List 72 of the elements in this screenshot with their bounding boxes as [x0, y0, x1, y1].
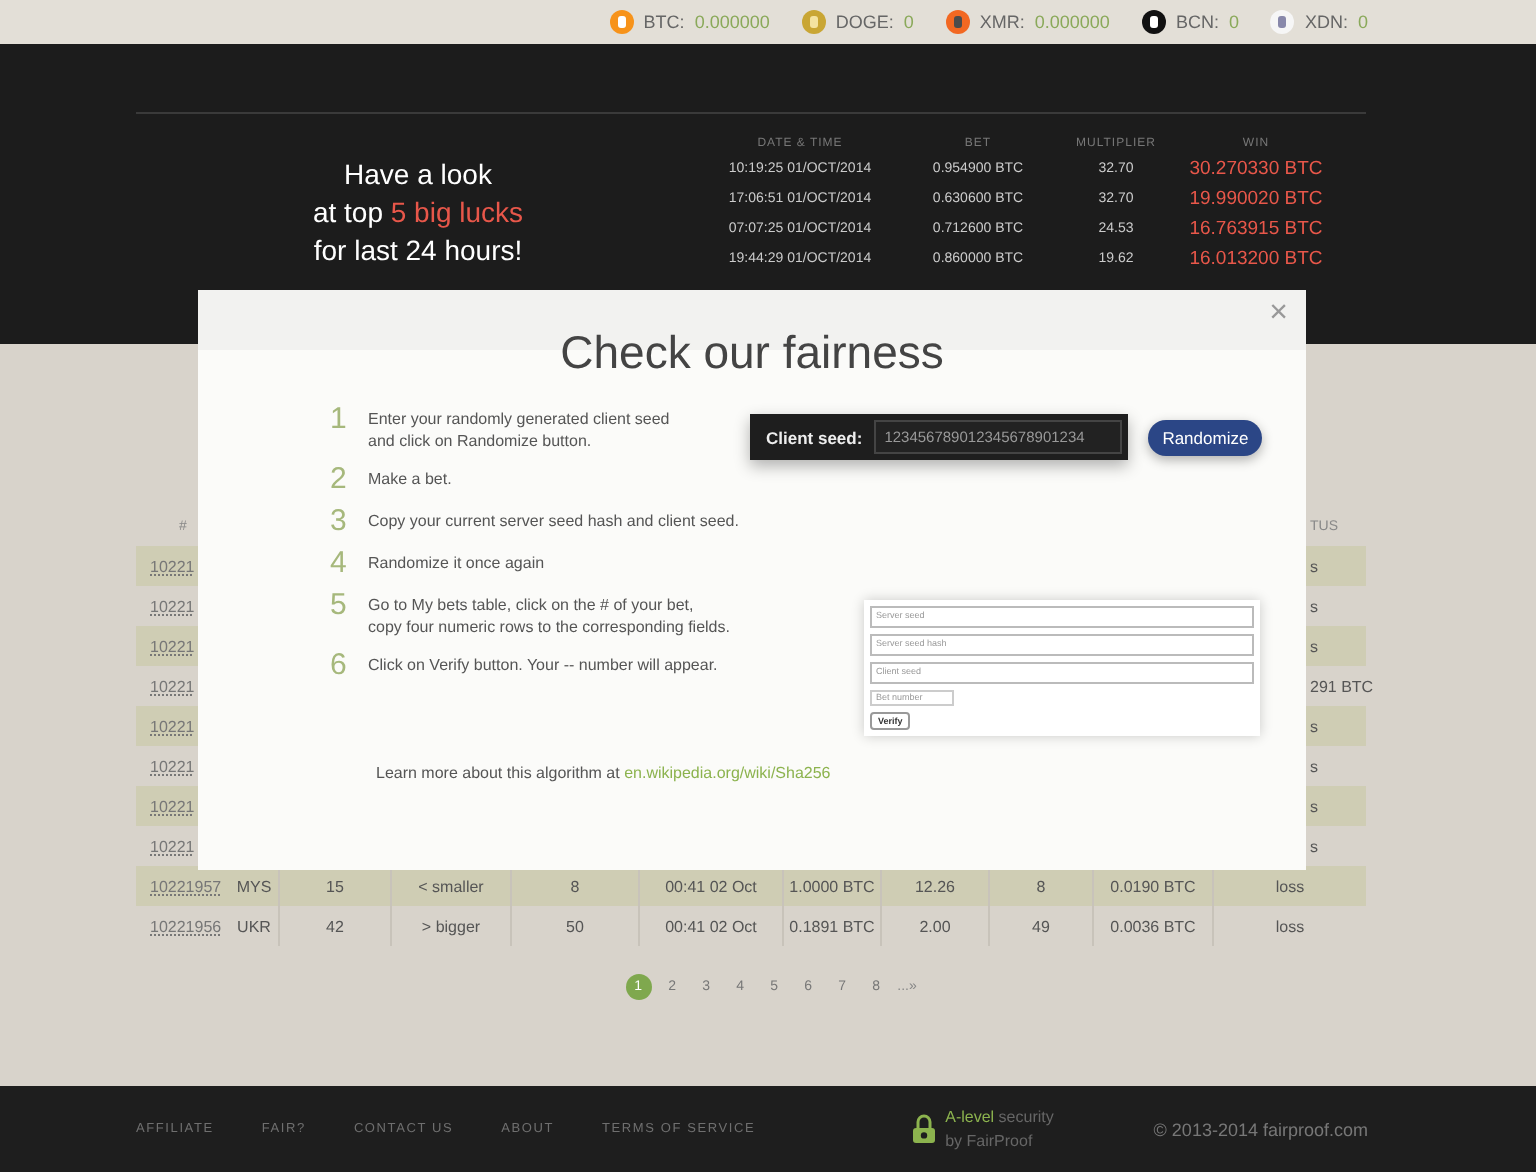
padlock-icon [911, 1114, 936, 1144]
step-number: 2 [330, 464, 346, 494]
step-text: Go to My bets table, click on the # of your bet, copy four numeric rows to the corresponding fields. [368, 594, 730, 638]
coin-icon [801, 10, 826, 34]
step-number: 1 [330, 404, 346, 434]
win-amount: 16.013200 BTC [1187, 248, 1325, 270]
security-label: A-level security [945, 1108, 1054, 1126]
step-text: Make a bet. [368, 468, 452, 490]
bet-id-link[interactable]: 10221 [150, 677, 195, 695]
bet-id-link[interactable]: 10221 [150, 717, 195, 735]
bet-id-link[interactable]: 10221 [150, 597, 195, 615]
step-text: Copy your current server seed hash and client seed. [368, 510, 739, 532]
step-text: Enter your randomly generated client seed and click on Randomize button. [368, 408, 670, 452]
step-number: 5 [330, 590, 346, 620]
win-amount: 16.763915 BTC [1187, 218, 1325, 240]
table-cell-text: s [1308, 597, 1320, 615]
coin-balance: 0 [903, 12, 914, 32]
copyright: © 2013-2014 fairproof.com [1153, 1119, 1368, 1139]
win-amount: 19.990020 BTC [1187, 188, 1325, 210]
step-number: 6 [330, 650, 346, 680]
coin-icon [609, 10, 634, 34]
step-text: Click on Verify button. Your -- number will appear. [368, 654, 718, 676]
table-cell-text: s [1308, 557, 1320, 575]
headline: for last 24 hours! [313, 232, 523, 268]
table-cell: 42 [280, 906, 392, 946]
bet-id-link[interactable]: 10221957 [150, 877, 222, 895]
table-cell: 0.1891 BTC [784, 906, 882, 946]
coin-balance: 0.000000 [1034, 12, 1110, 32]
close-button[interactable]: × [1263, 296, 1294, 332]
bet-id-link[interactable]: 10221 [150, 797, 195, 815]
table-cell: UKR [230, 906, 280, 946]
table-cell-text: s [1308, 757, 1320, 775]
headline: at top 5 big lucks [312, 194, 524, 230]
table-cell-text: s [1308, 797, 1320, 815]
coin-label: DOGE: [835, 12, 894, 32]
step-number: 4 [330, 548, 346, 578]
table-cell: 49 [990, 906, 1094, 946]
table-cell-text: s [1308, 637, 1320, 655]
step-number: 3 [330, 506, 346, 536]
table-cell: 0.0036 BTC [1094, 906, 1214, 946]
dialog-title: Check our fairness [558, 326, 946, 380]
table-cell: 2.00 [882, 906, 990, 946]
table-cell-text: s [1308, 717, 1320, 735]
randomize-button[interactable]: Randomize [1148, 419, 1263, 455]
bet-id-link[interactable]: 10221 [150, 557, 195, 575]
security-provider: by FairProof [945, 1132, 1035, 1150]
coin-icon [1270, 10, 1295, 34]
table-cell: 50 [512, 906, 640, 946]
bet-id-link[interactable]: 10221 [150, 837, 195, 855]
learn-more-text: Learn more about this algorithm at en.wikipedia.org/wiki/Sha256 [376, 764, 833, 782]
step-text: Randomize it once again [368, 552, 545, 574]
wikipedia-link[interactable]: en.wikipedia.org/wiki/Sha256 [624, 764, 831, 782]
bet-id-link[interactable]: 10221 [150, 637, 195, 655]
bet-id-link[interactable]: 10221956 [150, 917, 222, 935]
bet-id-link[interactable]: 10221 [150, 757, 195, 775]
coin-label: BTC: [643, 12, 685, 32]
table-cell-text: loss [1273, 915, 1307, 939]
table-cell: 00:41 02 Oct [640, 906, 784, 946]
coin-icon [945, 10, 970, 34]
coin-balance: 0 [1357, 12, 1368, 32]
coin-balance: 0.000000 [694, 12, 770, 32]
coin-label: BCN: [1175, 12, 1219, 32]
win-amount: 30.270330 BTC [1187, 158, 1325, 180]
client-seed-label: Client seed: [766, 427, 863, 447]
headline: Have a look [344, 156, 492, 192]
table-cell: > bigger [392, 906, 512, 946]
coin-label: XDN: [1304, 12, 1348, 32]
coin-icon [1141, 10, 1166, 34]
coin-balance: 0 [1228, 12, 1239, 32]
coin-label: XMR: [979, 12, 1025, 32]
table-cell-text: loss [1273, 875, 1307, 899]
table-cell-text: s [1308, 837, 1320, 855]
